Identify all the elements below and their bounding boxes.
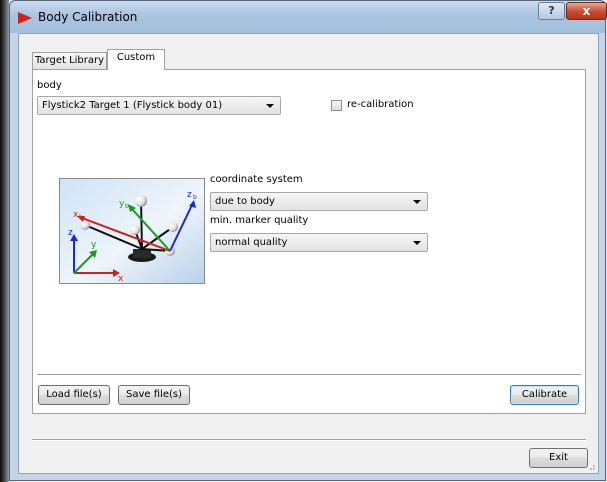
axis-label-x: x — [118, 274, 124, 283]
axis-label-z: z — [68, 228, 73, 238]
axis-label-y: y — [91, 240, 97, 250]
chevron-down-icon — [266, 104, 274, 108]
coordinate-system-select[interactable]: due to body — [210, 192, 428, 211]
min-marker-quality-select[interactable]: normal quality — [210, 233, 428, 252]
min-marker-quality-label: min. marker quality — [210, 215, 309, 226]
body-label: body — [37, 80, 62, 91]
tab-custom-label: Custom — [116, 52, 156, 63]
axis-label-yb-subscript: b — [125, 203, 129, 210]
dialog-client-area: Target Library Custom body Flystick2 Tar… — [18, 33, 599, 474]
calibrate-button[interactable]: Calibrate — [510, 385, 579, 405]
tab-target-library[interactable]: Target Library — [32, 52, 107, 69]
axis-label-zb: z — [187, 190, 192, 200]
exit-button[interactable]: Exit — [529, 448, 588, 468]
coordinate-system-label: coordinate system — [210, 174, 303, 185]
resize-grip-icon[interactable] — [586, 461, 596, 471]
coordinate-system-value: due to body — [215, 196, 275, 207]
min-marker-quality-value: normal quality — [215, 237, 288, 248]
custom-tab-panel: body Flystick2 Target 1 (Flystick body 0… — [32, 69, 586, 414]
load-files-button[interactable]: Load file(s) — [38, 385, 110, 405]
recalibration-label[interactable]: re-calibration — [347, 99, 414, 110]
tab-custom[interactable]: Custom — [107, 49, 165, 70]
close-button[interactable]: x — [566, 2, 607, 20]
save-files-button[interactable]: Save file(s) — [118, 385, 190, 405]
help-button[interactable]: ? — [538, 2, 565, 20]
title-bar[interactable]: Body Calibration ? x — [10, 1, 607, 33]
tab-target-library-label: Target Library — [34, 55, 105, 66]
body-preview-image: x b y b z b z y x — [59, 178, 205, 284]
axis-label-xb-subscript: b — [79, 214, 83, 221]
chevron-down-icon — [413, 200, 421, 204]
dialog-divider — [32, 439, 586, 441]
body-select[interactable]: Flystick2 Target 1 (Flystick body 01) — [37, 96, 281, 115]
axis-label-zb-subscript: b — [193, 194, 197, 201]
window-title: Body Calibration — [38, 10, 138, 24]
app-logo-icon — [18, 12, 32, 24]
dialog-window: Body Calibration ? x Target Library Cust… — [9, 0, 607, 481]
panel-divider — [37, 374, 581, 376]
body-select-value: Flystick2 Target 1 (Flystick body 01) — [42, 100, 223, 111]
recalibration-checkbox[interactable] — [331, 100, 342, 111]
chevron-down-icon — [413, 241, 421, 245]
body-preview-illustration: x b y b z b z y x — [60, 179, 204, 283]
background-window-edge — [0, 0, 9, 482]
